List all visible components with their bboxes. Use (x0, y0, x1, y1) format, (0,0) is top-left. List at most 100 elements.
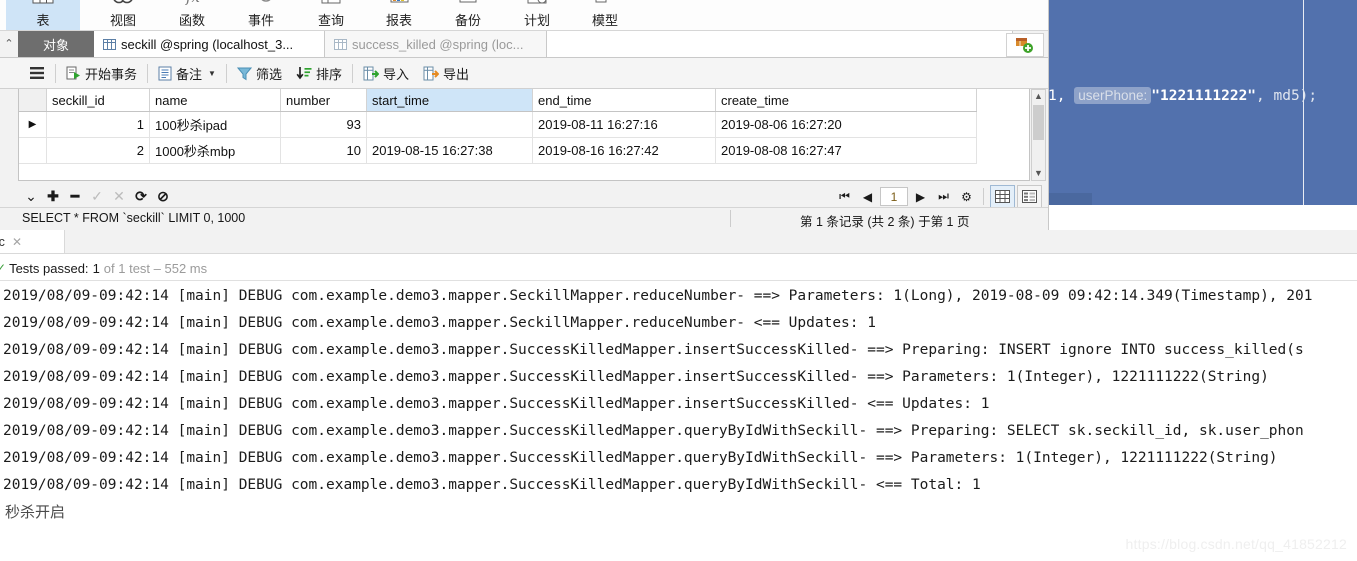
first-page-icon[interactable]: ⏮ (834, 186, 855, 207)
sort-button[interactable]: 排序 (289, 60, 349, 86)
close-icon[interactable]: ✕ (12, 235, 22, 249)
tab-label: success_killed @spring (loc... (352, 36, 524, 52)
event-icon (247, 0, 275, 6)
add-record-icon[interactable]: ✚ (42, 185, 64, 207)
table-row[interactable]: 2 1000秒杀mbp 10 2019-08-15 16:27:38 2019-… (19, 137, 977, 164)
import-button[interactable]: 导入 (356, 60, 416, 86)
ide-tab-logic[interactable]: ogic ✕ (0, 230, 65, 253)
column-header-end-time[interactable]: end_time (532, 89, 716, 112)
column-header-seckill-id[interactable]: seckill_id (46, 89, 150, 112)
row-marker (19, 137, 47, 164)
record-toolbar: ⌄ ✚ ━ ✓ ✕ ⟳ ⊘ ⏮ ◀ 1 ▶ ⏭ ⚙ (0, 184, 1048, 208)
console-output[interactable]: 2019/08/09-09:42:14 [main] DEBUG com.exa… (0, 283, 1357, 531)
filter-button[interactable]: 筛选 (230, 60, 289, 86)
ribbon-tab-schedule[interactable]: 计划 (500, 0, 574, 30)
schedule-icon (523, 0, 551, 6)
chevron-down-icon[interactable]: ▼ (208, 69, 216, 78)
data-grid[interactable]: seckill_id name number start_time end_ti… (18, 89, 1030, 181)
export-button[interactable]: 导出 (416, 60, 476, 86)
ribbon-tab-label: 备份 (454, 13, 481, 28)
begin-transaction-button[interactable]: 开始事务 (59, 60, 144, 86)
last-page-icon[interactable]: ⏭ (933, 186, 954, 207)
ribbon-tab-label: 表 (36, 13, 50, 28)
console-line: 2019/08/09-09:42:14 [main] DEBUG com.exa… (3, 450, 1278, 466)
status-record-count: 第 1 条记录 (共 2 条) 于第 1 页 (800, 215, 970, 229)
watermark: https://blog.csdn.net/qq_41852212 (1125, 536, 1347, 552)
console-line: 2019/08/09-09:42:14 [main] DEBUG com.exa… (3, 423, 1304, 439)
console-line: 2019/08/09-09:42:14 [main] DEBUG com.exa… (3, 288, 1313, 304)
column-header-name[interactable]: name (149, 89, 281, 112)
toolbar-separator (351, 63, 353, 83)
cell-name[interactable]: 100秒杀ipad (149, 111, 281, 138)
ribbon-tab-table[interactable]: 表 (6, 0, 80, 30)
console-line: 2019/08/09-09:42:14 [main] DEBUG com.exa… (3, 315, 876, 331)
refresh-icon[interactable]: ⟳ (130, 185, 152, 207)
backup-icon (454, 0, 482, 6)
page-number-input[interactable]: 1 (880, 187, 908, 206)
form-view-icon[interactable] (1017, 185, 1042, 208)
ribbon-tab-report[interactable]: 报表 (362, 0, 436, 30)
ribbon-tab-view[interactable]: 视图 (86, 0, 160, 30)
ribbon-tab-function[interactable]: fx 函数 (155, 0, 229, 30)
check-icon: ✓ (0, 261, 7, 275)
tests-passed-label: Tests passed: (9, 260, 89, 276)
console-line: 2019/08/09-09:42:14 [main] DEBUG com.exa… (3, 342, 1304, 358)
grid-vertical-scrollbar[interactable]: ▲ ▼ (1031, 89, 1046, 181)
tab-success-killed[interactable]: success_killed @spring (loc... (325, 31, 547, 57)
gear-icon[interactable]: ⚙ (956, 186, 977, 207)
cell-number[interactable]: 93 (280, 111, 367, 138)
cell-name[interactable]: 1000秒杀mbp (149, 137, 281, 164)
grid-view-icon[interactable] (990, 185, 1015, 208)
function-icon: fx (178, 0, 206, 6)
toolbar-separator (225, 63, 227, 83)
cell-number[interactable]: 10 (280, 137, 367, 164)
editor-code-line: 1, userPhone: "1221111222", md5); (1048, 87, 1317, 104)
status-sql-text: SELECT * FROM `seckill` LIMIT 0, 1000 (22, 211, 246, 225)
cell-create-time[interactable]: 2019-08-06 16:27:20 (715, 111, 977, 138)
tab-seckill[interactable]: seckill @spring (localhost_3... (94, 31, 325, 57)
code-editor-selection-panel[interactable]: 1, userPhone: "1221111222", md5); (1048, 0, 1357, 205)
query-icon (317, 0, 345, 6)
new-table-tab-icon[interactable] (1006, 33, 1044, 57)
apply-change-icon: ✓ (91, 187, 103, 204)
filter-icon (236, 66, 252, 81)
next-page-icon[interactable]: ▶ (910, 186, 931, 207)
scroll-down-arrow-icon[interactable]: ▼ (1032, 167, 1045, 180)
hamburger-menu-icon[interactable] (22, 60, 52, 86)
column-header-number[interactable]: number (280, 89, 367, 112)
cell-create-time[interactable]: 2019-08-08 16:27:47 (715, 137, 977, 164)
prev-page-icon[interactable]: ◀ (857, 186, 878, 207)
import-icon (363, 66, 379, 81)
note-icon (158, 66, 172, 81)
ribbon-tab-model[interactable]: 模型 (568, 0, 642, 30)
report-icon (385, 0, 413, 6)
cell-start-time[interactable]: 2019-08-07 16:27:13 (366, 111, 533, 138)
scrollbar-thumb[interactable] (1033, 105, 1044, 140)
table-header-row: seckill_id name number start_time end_ti… (19, 89, 977, 112)
ribbon-tab-backup[interactable]: 备份 (431, 0, 505, 30)
note-button[interactable]: 备注 ▼ (151, 60, 223, 86)
ribbon-tab-label: 查询 (317, 13, 344, 28)
cell-end-time[interactable]: 2019-08-11 16:27:16 (532, 111, 716, 138)
stop-icon[interactable]: ⊘ (152, 185, 174, 207)
collapse-panel-icon[interactable]: ⌃ (2, 34, 16, 54)
cell-seckill-id[interactable]: 1 (46, 111, 150, 138)
tabbar-empty-area (547, 31, 1013, 57)
toolbar-separator (147, 63, 149, 83)
cell-end-time[interactable]: 2019-08-16 16:27:42 (532, 137, 716, 164)
scroll-up-arrow-icon[interactable]: ▲ (1032, 90, 1045, 103)
cell-start-time[interactable]: 2019-08-15 16:27:38 (366, 137, 533, 164)
ribbon-tab-event[interactable]: 事件 (224, 0, 298, 30)
table-icon (334, 38, 347, 51)
cell-seckill-id[interactable]: 2 (46, 137, 150, 164)
status-divider (730, 210, 731, 227)
column-header-start-time[interactable]: start_time (366, 89, 533, 112)
editor-selection-strip (1048, 193, 1092, 205)
remove-record-icon[interactable]: ━ (64, 185, 86, 207)
tab-objects[interactable]: 对象 (18, 31, 94, 57)
table-row[interactable]: ▶ 1 100秒杀ipad 93 2019-08-07 16:27:13 201… (19, 111, 977, 138)
cancel-change-icon: ✕ (113, 187, 125, 204)
chevron-down-icon[interactable]: ⌄ (20, 185, 42, 207)
ribbon-tab-query[interactable]: 查询 (294, 0, 368, 30)
column-header-create-time[interactable]: create_time (715, 89, 977, 112)
